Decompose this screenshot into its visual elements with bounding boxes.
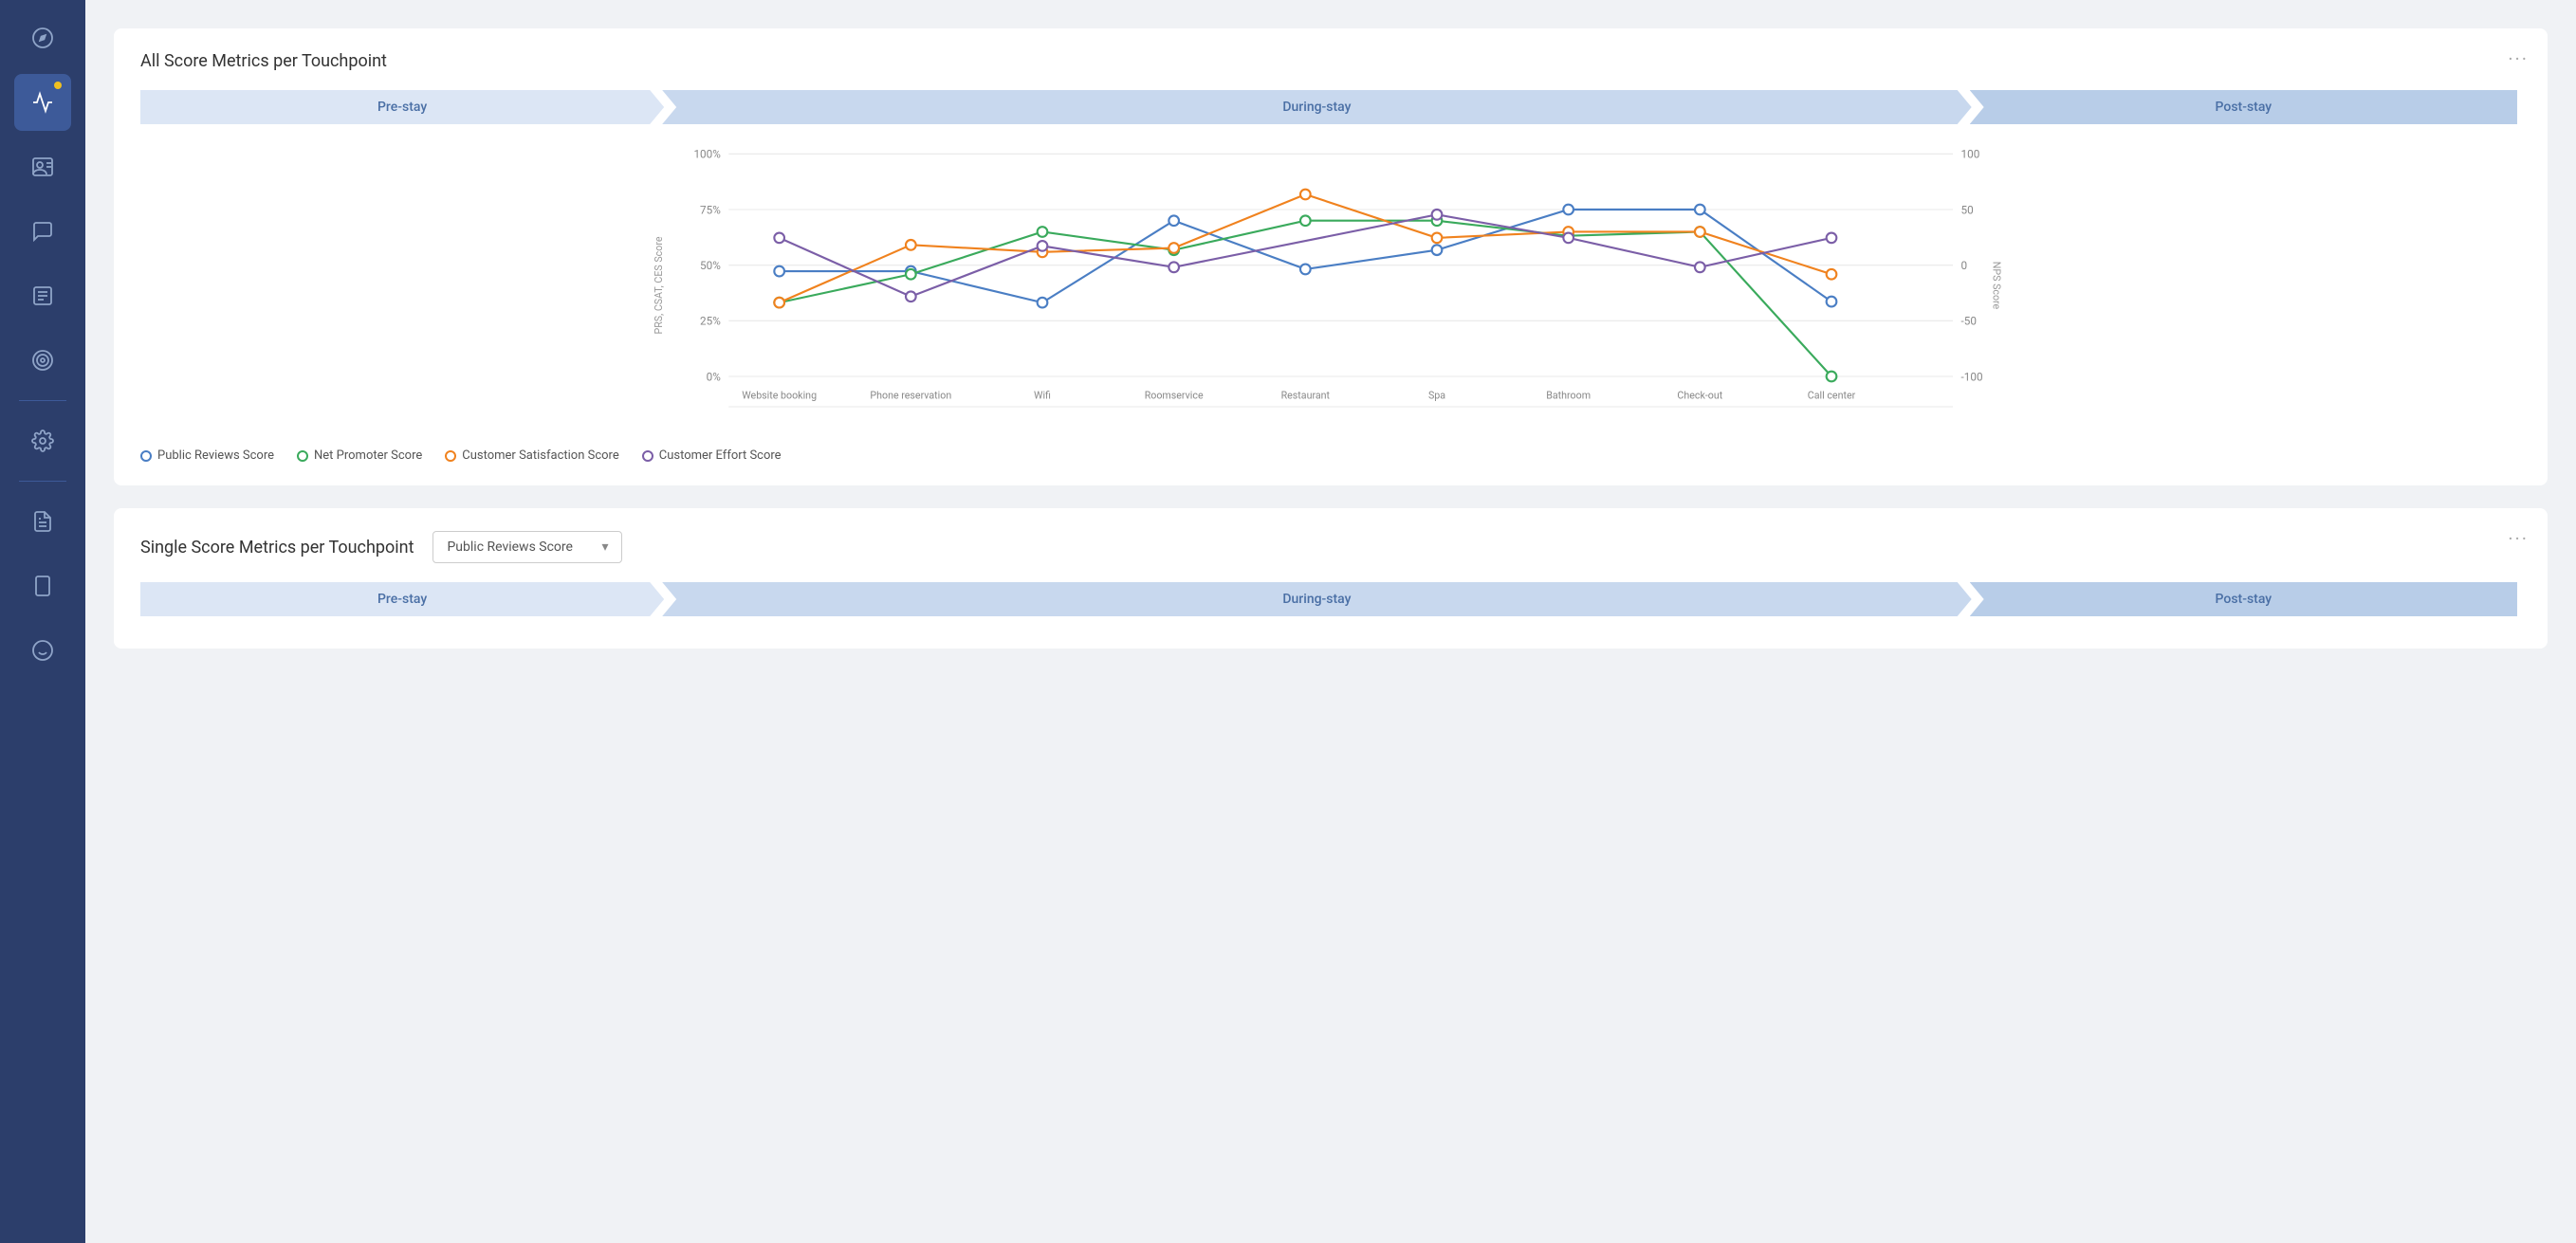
- svg-text:-50: -50: [1961, 315, 1977, 328]
- dropdown-value: Public Reviews Score: [447, 539, 572, 555]
- phase-poststay: Post-stay: [1970, 90, 2517, 124]
- svg-text:Wifi: Wifi: [1034, 389, 1051, 401]
- svg-text:100%: 100%: [693, 148, 721, 161]
- chart-legend: Public Reviews Score Net Promoter Score …: [140, 448, 2521, 463]
- sidebar-item-mobile[interactable]: [14, 558, 71, 614]
- sidebar-item-chart[interactable]: [14, 74, 71, 131]
- sidebar-item-face[interactable]: [14, 622, 71, 679]
- sidebar-item-profile[interactable]: [14, 138, 71, 195]
- svg-text:50: 50: [1961, 203, 1974, 216]
- svg-text:75%: 75%: [700, 203, 721, 216]
- sidebar-item-list[interactable]: [14, 267, 71, 324]
- main-chart: 100% 75% 50% 25% 0% 100 50 0 -50 -100 PR…: [140, 134, 2521, 437]
- svg-text:Phone reservation: Phone reservation: [870, 389, 951, 401]
- svg-text:0: 0: [1961, 259, 1968, 272]
- phase-bar-top: Pre-stay During-stay Post-stay: [140, 90, 2521, 124]
- svg-text:-100: -100: [1961, 370, 1983, 383]
- legend-dot-nps: [297, 450, 308, 462]
- sidebar-item-target[interactable]: [14, 332, 71, 389]
- main-content: All Score Metrics per Touchpoint ··· Pre…: [85, 0, 2576, 1243]
- legend-prs: Public Reviews Score: [140, 448, 274, 463]
- svg-text:Bathroom: Bathroom: [1546, 389, 1591, 401]
- all-score-card: All Score Metrics per Touchpoint ··· Pre…: [114, 28, 2548, 485]
- single-score-menu[interactable]: ···: [2508, 527, 2529, 550]
- chevron-down-icon: ▾: [601, 539, 608, 555]
- svg-text:Roomservice: Roomservice: [1145, 389, 1204, 401]
- sidebar: [0, 0, 85, 1243]
- svg-text:25%: 25%: [700, 315, 721, 328]
- svg-text:NPS Score: NPS Score: [1991, 262, 2003, 310]
- sidebar-item-doc[interactable]: [14, 493, 71, 550]
- svg-text:100: 100: [1961, 148, 1980, 161]
- legend-dot-ces: [642, 450, 653, 462]
- single-score-title: Single Score Metrics per Touchpoint: [140, 538, 414, 558]
- phase-duringstay-bottom: During-stay: [662, 582, 1972, 616]
- svg-text:Call center: Call center: [1808, 389, 1856, 401]
- svg-text:Spa: Spa: [1428, 389, 1445, 401]
- sidebar-item-settings[interactable]: [14, 412, 71, 469]
- single-score-header: Single Score Metrics per Touchpoint Publ…: [140, 531, 2521, 563]
- svg-text:0%: 0%: [707, 370, 722, 383]
- svg-text:Check-out: Check-out: [1677, 389, 1722, 401]
- svg-text:50%: 50%: [700, 259, 721, 272]
- phase-poststay-bottom: Post-stay: [1970, 582, 2517, 616]
- phase-prestay-bottom: Pre-stay: [140, 582, 664, 616]
- all-score-menu[interactable]: ···: [2508, 47, 2529, 70]
- sidebar-item-chat[interactable]: [14, 203, 71, 260]
- svg-text:PRS, CSAT, CES Score: PRS, CSAT, CES Score: [653, 236, 665, 334]
- phase-duringstay: During-stay: [662, 90, 1972, 124]
- sidebar-divider-2: [19, 481, 66, 482]
- legend-dot-csat: [445, 450, 456, 462]
- score-type-dropdown[interactable]: Public Reviews Score ▾: [432, 531, 622, 563]
- all-score-title: All Score Metrics per Touchpoint: [140, 51, 2521, 71]
- svg-text:Restaurant: Restaurant: [1281, 389, 1331, 401]
- single-score-card: ··· Single Score Metrics per Touchpoint …: [114, 508, 2548, 649]
- phase-bar-bottom: Pre-stay During-stay Post-stay: [140, 582, 2521, 616]
- legend-csat: Customer Satisfaction Score: [445, 448, 618, 463]
- svg-text:Website booking: Website booking: [742, 389, 817, 401]
- sidebar-divider: [19, 400, 66, 401]
- legend-nps: Net Promoter Score: [297, 448, 422, 463]
- phase-prestay: Pre-stay: [140, 90, 664, 124]
- legend-ces: Customer Effort Score: [642, 448, 782, 463]
- sidebar-item-compass[interactable]: [14, 9, 71, 66]
- legend-dot-prs: [140, 450, 152, 462]
